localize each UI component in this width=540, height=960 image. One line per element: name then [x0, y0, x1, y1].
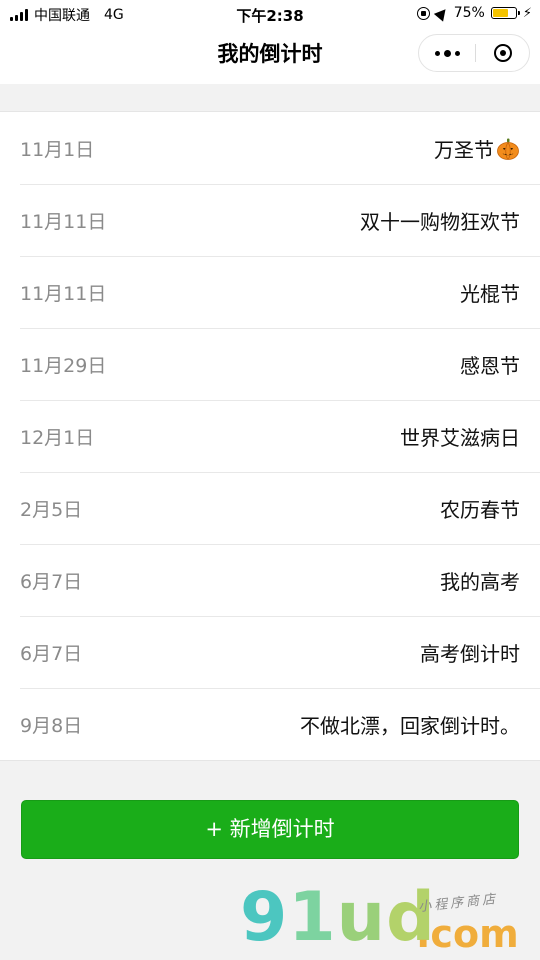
- battery-icon: [490, 7, 520, 19]
- countdown-name-text: 万圣节: [434, 138, 494, 162]
- countdown-name: 高考倒计时: [420, 638, 520, 667]
- countdown-name: 双十一购物狂欢节: [360, 206, 520, 235]
- status-right: 75% ⚡: [416, 4, 532, 22]
- countdown-name: 世界艾滋病日: [400, 422, 520, 451]
- watermark-letter: u: [336, 878, 387, 957]
- battery-percent: 75%: [453, 5, 485, 21]
- pumpkin-icon: [497, 138, 519, 160]
- countdown-name: 不做北漂，回家倒计时。: [300, 710, 520, 739]
- location-arrow-icon: [433, 4, 450, 22]
- countdown-date: 11月11日: [20, 211, 107, 233]
- countdown-name: 农历春节: [440, 494, 520, 523]
- countdown-name-text: 我的高考: [440, 570, 520, 594]
- countdown-name-text: 农历春节: [440, 498, 520, 522]
- countdown-row[interactable]: 12月1日 世界艾滋病日: [0, 400, 540, 472]
- countdown-row[interactable]: 11月1日 万圣节: [0, 112, 540, 184]
- countdown-name-text: 感恩节: [460, 354, 520, 378]
- countdown-name: 我的高考: [440, 566, 520, 595]
- watermark-logo: 91ud 小程序商店 .com: [240, 882, 540, 960]
- add-countdown-button[interactable]: + 新增倒计时: [21, 800, 519, 859]
- countdown-name-text: 世界艾滋病日: [400, 426, 520, 450]
- countdown-name-text: 高考倒计时: [420, 642, 520, 666]
- countdown-date: 2月5日: [20, 499, 83, 521]
- countdown-date: 11月1日: [20, 139, 95, 161]
- countdown-date: 6月7日: [20, 643, 83, 665]
- countdown-date: 11月29日: [20, 355, 107, 377]
- countdown-date: 9月8日: [20, 715, 83, 737]
- watermark-letter: 9: [240, 878, 289, 957]
- countdown-name-text: 双十一购物狂欢节: [360, 210, 520, 234]
- rotation-lock-icon: [416, 6, 430, 20]
- countdown-date: 11月11日: [20, 283, 107, 305]
- close-mini-program-button[interactable]: [475, 35, 531, 71]
- mini-program-capsule: [418, 34, 530, 72]
- charging-bolt-icon: ⚡: [522, 5, 532, 21]
- countdown-name: 光棍节: [460, 278, 520, 307]
- countdown-list: 11月1日 万圣节 11月11日 双十一购物狂欢节 11月11日 光棍节 11月29日 感恩节…: [0, 111, 540, 761]
- countdown-name: 感恩节: [460, 350, 520, 379]
- status-bar: 中国联通 4G 下午2:38 75% ⚡: [0, 0, 540, 28]
- countdown-row[interactable]: 6月7日 高考倒计时: [0, 616, 540, 688]
- watermark-domain: .com: [416, 912, 519, 956]
- battery-fill: [492, 9, 508, 17]
- countdown-name: 万圣节: [434, 134, 520, 163]
- target-ring-icon: [494, 44, 512, 62]
- nav-bar: 我的倒计时: [0, 28, 540, 84]
- countdown-row[interactable]: 11月11日 光棍节: [0, 256, 540, 328]
- watermark-letter: 1: [288, 878, 337, 957]
- countdown-date: 12月1日: [20, 427, 95, 449]
- countdown-row[interactable]: 6月7日 我的高考: [0, 544, 540, 616]
- countdown-row[interactable]: 2月5日 农历春节: [0, 472, 540, 544]
- countdown-name-text: 不做北漂，回家倒计时。: [300, 714, 520, 738]
- watermark-logo-text: 91ud: [240, 882, 436, 954]
- more-dots-icon[interactable]: [419, 35, 475, 71]
- countdown-date: 6月7日: [20, 571, 83, 593]
- countdown-row[interactable]: 9月8日 不做北漂，回家倒计时。: [0, 688, 540, 760]
- countdown-row[interactable]: 11月29日 感恩节: [0, 328, 540, 400]
- countdown-row[interactable]: 11月11日 双十一购物狂欢节: [0, 184, 540, 256]
- countdown-name-text: 光棍节: [460, 282, 520, 306]
